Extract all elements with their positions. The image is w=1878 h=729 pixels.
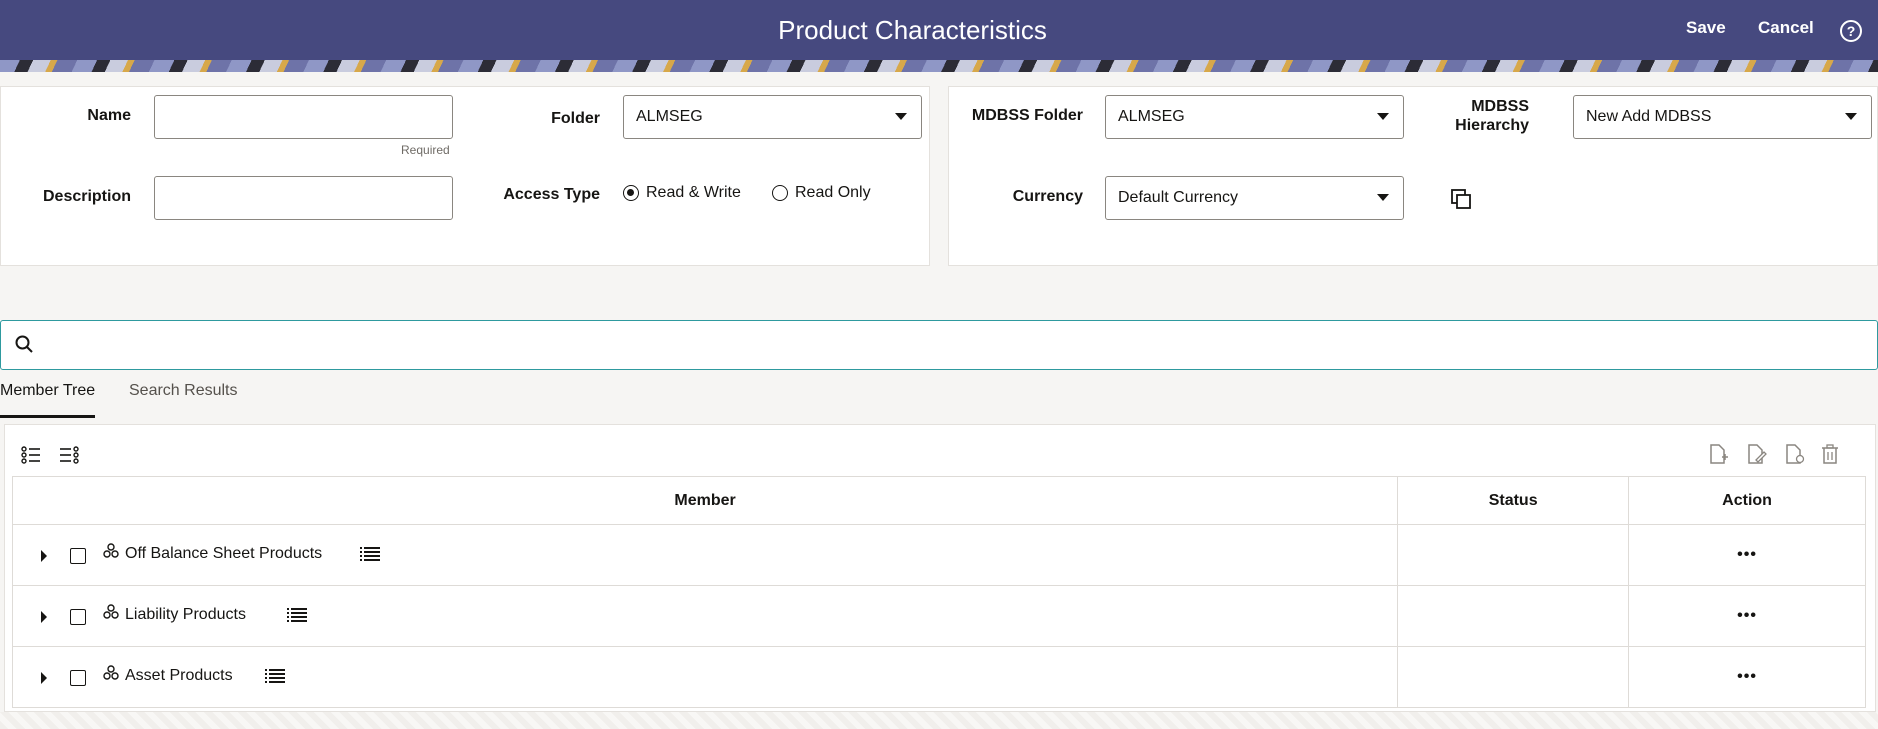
currency-select-value: Default Currency (1118, 189, 1239, 206)
radio-read-only[interactable]: Read Only (772, 184, 871, 202)
expand-all-icon[interactable] (20, 444, 42, 466)
view-member-icon[interactable] (1783, 443, 1805, 465)
mdbss-hierarchy-label-line1: MDBSS (1471, 98, 1529, 115)
copy-icon[interactable] (1450, 188, 1472, 210)
folder-label: Folder (551, 110, 600, 127)
list-icon[interactable] (360, 546, 380, 562)
description-input[interactable] (154, 176, 453, 220)
hierarchy-node-icon (103, 604, 119, 619)
table-row: Asset Products ••• (11, 646, 1866, 708)
column-member: Member (11, 476, 1399, 525)
delete-member-icon[interactable] (1819, 443, 1841, 465)
row-actions-menu[interactable]: ••• (1628, 585, 1866, 647)
page-title: Product Characteristics (778, 15, 1047, 45)
mdbss-folder-select-value: ALMSEG (1118, 108, 1185, 125)
add-member-icon[interactable] (1707, 443, 1729, 465)
cancel-button[interactable]: Cancel (1758, 18, 1814, 38)
column-status: Status (1397, 476, 1630, 525)
mdbss-folder-label: MDBSS Folder (971, 107, 1083, 124)
edit-member-icon[interactable] (1745, 443, 1767, 465)
table-row: Off Balance Sheet Products ••• (11, 524, 1866, 586)
chevron-down-icon (895, 113, 907, 120)
row-actions-menu[interactable]: ••• (1628, 646, 1866, 708)
mdbss-panel: MDBSS Folder ALMSEG MDBSS Hierarchy New … (948, 86, 1878, 266)
status-cell (1397, 646, 1630, 708)
currency-label: Currency (1012, 188, 1083, 205)
mdbss-folder-select[interactable]: ALMSEG (1105, 95, 1404, 139)
member-table: Member Status Action Off Balance Sheet P… (11, 476, 1866, 708)
mdbss-hierarchy-select-value: New Add MDBSS (1586, 108, 1712, 125)
name-input[interactable] (154, 95, 453, 139)
search-bar (0, 320, 1878, 370)
radio-read-write[interactable]: Read & Write (623, 184, 741, 202)
chevron-down-icon (1377, 194, 1389, 201)
search-input[interactable] (45, 327, 1865, 363)
currency-select[interactable]: Default Currency (1105, 176, 1404, 220)
row-checkbox[interactable] (70, 548, 86, 564)
status-cell (1397, 524, 1630, 586)
row-checkbox[interactable] (70, 609, 86, 625)
mdbss-hierarchy-label-line2: Hierarchy (1455, 117, 1529, 134)
help-icon[interactable]: ? (1840, 20, 1862, 42)
tab-member-tree[interactable]: Member Tree (0, 382, 96, 418)
tab-search-results[interactable]: Search Results (129, 382, 238, 418)
save-button[interactable]: Save (1686, 18, 1726, 38)
access-type-label: Access Type (503, 186, 600, 203)
mdbss-hierarchy-select[interactable]: New Add MDBSS (1573, 95, 1872, 139)
folder-select-value: ALMSEG (636, 108, 703, 125)
member-label[interactable]: Liability Products (125, 606, 246, 624)
table-row: Liability Products ••• (11, 585, 1866, 647)
radio-read-write-label: Read & Write (646, 184, 741, 201)
member-cell: Asset Products (11, 646, 1399, 708)
radio-read-only-label: Read Only (795, 184, 871, 201)
radio-read-write-indicator[interactable] (623, 185, 639, 201)
definition-panel: Name Required Folder ALMSEG Description … (0, 86, 930, 266)
collapse-all-icon[interactable] (58, 444, 80, 466)
hierarchy-node-icon (103, 543, 119, 558)
member-cell: Off Balance Sheet Products (11, 524, 1399, 586)
expand-caret-icon[interactable] (41, 672, 47, 684)
app-header: Product Characteristics Save Cancel ? (0, 0, 1878, 60)
chevron-down-icon (1845, 113, 1857, 120)
member-label[interactable]: Off Balance Sheet Products (125, 545, 322, 563)
folder-select[interactable]: ALMSEG (623, 95, 922, 139)
row-actions-menu[interactable]: ••• (1628, 524, 1866, 586)
table-header-row: Member Status Action (11, 476, 1866, 525)
expand-caret-icon[interactable] (41, 611, 47, 623)
member-cell: Liability Products (11, 585, 1399, 647)
mdbss-hierarchy-label: MDBSS Hierarchy (1429, 97, 1529, 135)
hierarchy-node-icon (103, 665, 119, 680)
status-cell (1397, 585, 1630, 647)
name-required-hint: Required (401, 143, 450, 157)
expand-caret-icon[interactable] (41, 550, 47, 562)
list-icon[interactable] (265, 668, 285, 684)
name-label: Name (87, 107, 131, 124)
member-label[interactable]: Asset Products (125, 667, 233, 685)
header-decoration (0, 60, 1878, 72)
search-icon[interactable] (15, 335, 33, 353)
chevron-down-icon (1377, 113, 1389, 120)
column-action: Action (1628, 476, 1866, 525)
radio-read-only-indicator[interactable] (772, 185, 788, 201)
background-pattern (0, 712, 1878, 729)
description-label: Description (42, 188, 131, 205)
list-icon[interactable] (287, 607, 307, 623)
row-checkbox[interactable] (70, 670, 86, 686)
